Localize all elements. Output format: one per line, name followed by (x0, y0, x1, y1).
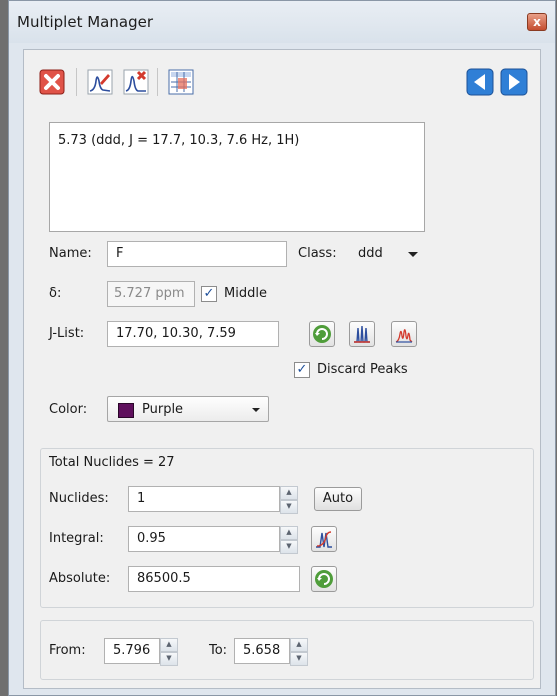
color-label: Color: (49, 402, 88, 417)
auto-button[interactable]: Auto (314, 487, 362, 511)
toolbar-separator (157, 68, 158, 96)
title-bar: Multiplet Manager x (9, 1, 555, 43)
client-area: 5.73 (ddd, J = 17.7, 10.3, 7.6 Hz, 1H) N… (23, 49, 541, 689)
to-label: To: (209, 643, 228, 658)
discard-peaks-label: Discard Peaks (317, 362, 408, 377)
class-select[interactable]: ddd (352, 241, 424, 267)
split-peaks-icon (354, 325, 370, 343)
integral-label: Integral: (49, 531, 104, 546)
next-button[interactable] (498, 67, 530, 97)
middle-label: Middle (224, 286, 267, 301)
split-peaks-button[interactable] (349, 321, 375, 347)
spectrum-peaks-icon (395, 329, 413, 343)
from-spinner[interactable]: ▲ ▼ (160, 638, 178, 666)
close-button[interactable]: x (527, 13, 547, 31)
class-select-value: ddd (358, 246, 383, 261)
remove-peak-icon (123, 69, 149, 95)
toolbar-separator (76, 68, 77, 96)
color-select[interactable]: Purple (107, 396, 269, 422)
to-field[interactable]: 5.658 (234, 638, 290, 664)
integral-field[interactable]: 0.95 (128, 526, 280, 552)
multiplet-manager-window: Multiplet Manager x 5.73 (ddd, J = 17.7,… (8, 0, 556, 696)
edit-multiplet-icon (87, 69, 113, 95)
integrate-button[interactable] (311, 526, 337, 552)
color-select-value: Purple (142, 402, 184, 417)
absolute-field[interactable]: 86500.5 (128, 566, 300, 592)
integral-spinner[interactable]: ▲ ▼ (280, 526, 298, 554)
spectrum-peaks-button[interactable] (391, 321, 417, 347)
name-label: Name: (49, 246, 92, 261)
chevron-down-icon (408, 252, 418, 257)
refresh-jlist-button[interactable] (309, 321, 335, 347)
window-title: Multiplet Manager (17, 13, 153, 31)
class-label: Class: (298, 246, 337, 261)
from-label: From: (49, 643, 86, 658)
nuclides-label: Nuclides: (49, 491, 109, 506)
edit-multiplet-button[interactable] (84, 67, 116, 97)
multiplet-table-button[interactable] (165, 67, 197, 97)
remove-peak-button[interactable] (120, 67, 152, 97)
refresh-absolute-button[interactable] (311, 566, 337, 592)
next-arrow-icon (500, 68, 528, 96)
integral-icon (316, 531, 332, 548)
delta-field: 5.727 ppm (107, 281, 195, 307)
delete-multiplet-button[interactable] (36, 67, 68, 97)
to-spinner[interactable]: ▲ ▼ (290, 638, 308, 666)
refresh-icon (315, 570, 333, 588)
jlist-label: J-List: (49, 326, 85, 341)
name-field[interactable]: F (107, 241, 287, 267)
color-swatch (118, 403, 134, 418)
multiplet-description[interactable]: 5.73 (ddd, J = 17.7, 10.3, 7.6 Hz, 1H) (49, 122, 425, 232)
multiplet-table-icon (168, 69, 194, 95)
nuclides-field[interactable]: 1 (128, 486, 280, 512)
total-nuclides-label: Total Nuclides = 27 (49, 455, 175, 470)
delete-multiplet-icon (39, 69, 65, 95)
from-field[interactable]: 5.796 (104, 638, 160, 664)
previous-arrow-icon (466, 68, 494, 96)
nuclides-spinner[interactable]: ▲ ▼ (280, 486, 298, 514)
chevron-down-icon (252, 408, 260, 412)
delta-label: δ: (49, 286, 62, 301)
absolute-label: Absolute: (49, 571, 111, 586)
refresh-icon (313, 325, 331, 343)
discard-peaks-checkbox[interactable]: ✓ (294, 362, 310, 378)
jlist-field[interactable]: 17.70, 10.30, 7.59 (107, 321, 279, 347)
previous-button[interactable] (464, 67, 496, 97)
middle-checkbox[interactable]: ✓ (201, 286, 217, 302)
